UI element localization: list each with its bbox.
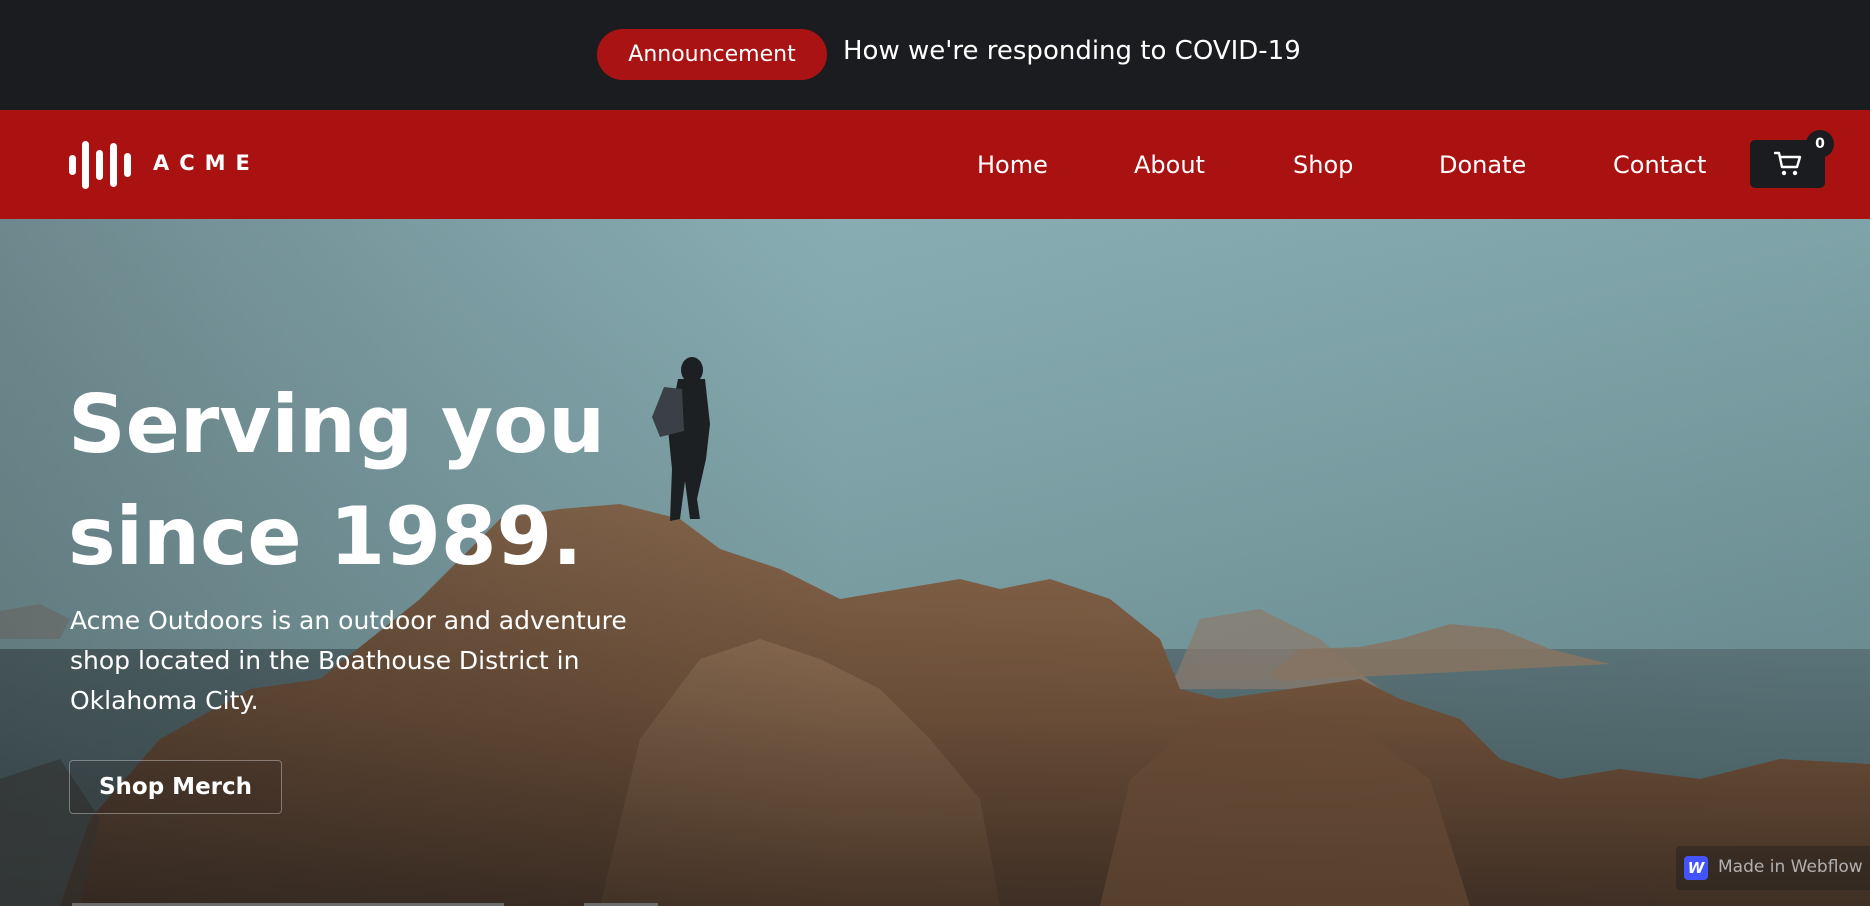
webflow-badge-text: Made in Webflow: [1718, 857, 1863, 877]
nav-home[interactable]: Home: [977, 151, 1048, 179]
nav-shop[interactable]: Shop: [1293, 151, 1353, 179]
nav-about[interactable]: About: [1134, 151, 1205, 179]
hero-section: Serving you since 1989. Acme Outdoors is…: [0, 219, 1870, 906]
made-in-webflow-badge[interactable]: W Made in Webflow: [1676, 846, 1870, 890]
hero-description: Acme Outdoors is an outdoor and adventur…: [70, 606, 627, 715]
announcement-badge[interactable]: Announcement: [597, 29, 827, 80]
nav-contact[interactable]: Contact: [1613, 151, 1706, 179]
navbar: ACME Home About Shop Donate Contact 0: [0, 110, 1870, 219]
cart-icon: [1774, 151, 1802, 176]
shop-merch-button[interactable]: Shop Merch: [69, 760, 282, 814]
logo-text: ACME: [153, 151, 260, 175]
cart-count-badge: 0: [1806, 130, 1834, 158]
hero-title: Serving you since 1989.: [68, 378, 606, 583]
soundwave-logo-icon: [69, 141, 131, 189]
announcement-link[interactable]: How we're responding to COVID-19: [843, 36, 1301, 66]
announcement-bar: Announcement How we're responding to COV…: [0, 0, 1870, 110]
nav-donate[interactable]: Donate: [1439, 151, 1526, 179]
brand-logo[interactable]: ACME: [69, 141, 250, 189]
webflow-logo-icon: W: [1684, 856, 1708, 880]
